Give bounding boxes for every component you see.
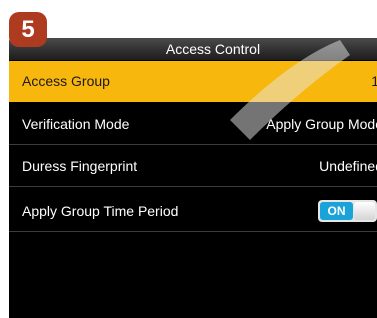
menu-item-label: Apply Group Time Period bbox=[22, 203, 179, 219]
menu-item-verification-mode[interactable]: Verification Mode Apply Group Mode bbox=[9, 104, 377, 145]
toggle-knob bbox=[354, 202, 375, 220]
menu-item-label: Duress Fingerprint bbox=[22, 158, 138, 174]
menu-item-value: Apply Group Mode bbox=[266, 116, 377, 132]
menu-item-value: 1 bbox=[371, 73, 377, 89]
page-title: Access Control bbox=[165, 41, 261, 57]
menu-item-value: Undefined bbox=[319, 158, 377, 174]
step-number-badge: 5 bbox=[9, 12, 47, 47]
title-bar: Access Control bbox=[9, 38, 377, 60]
menu-item-label: Access Group bbox=[22, 73, 110, 89]
device-screen: Access Control Access Group 1 Verificati… bbox=[9, 38, 377, 318]
toggle-on-label: ON bbox=[320, 202, 353, 220]
time-period-toggle[interactable]: ON bbox=[318, 200, 377, 222]
menu-item-apply-group-time-period[interactable]: Apply Group Time Period ON bbox=[9, 191, 377, 232]
menu-item-duress-fingerprint[interactable]: Duress Fingerprint Undefined bbox=[9, 146, 377, 187]
menu-item-access-group[interactable]: Access Group 1 bbox=[9, 61, 377, 102]
menu-item-label: Verification Mode bbox=[22, 116, 130, 132]
